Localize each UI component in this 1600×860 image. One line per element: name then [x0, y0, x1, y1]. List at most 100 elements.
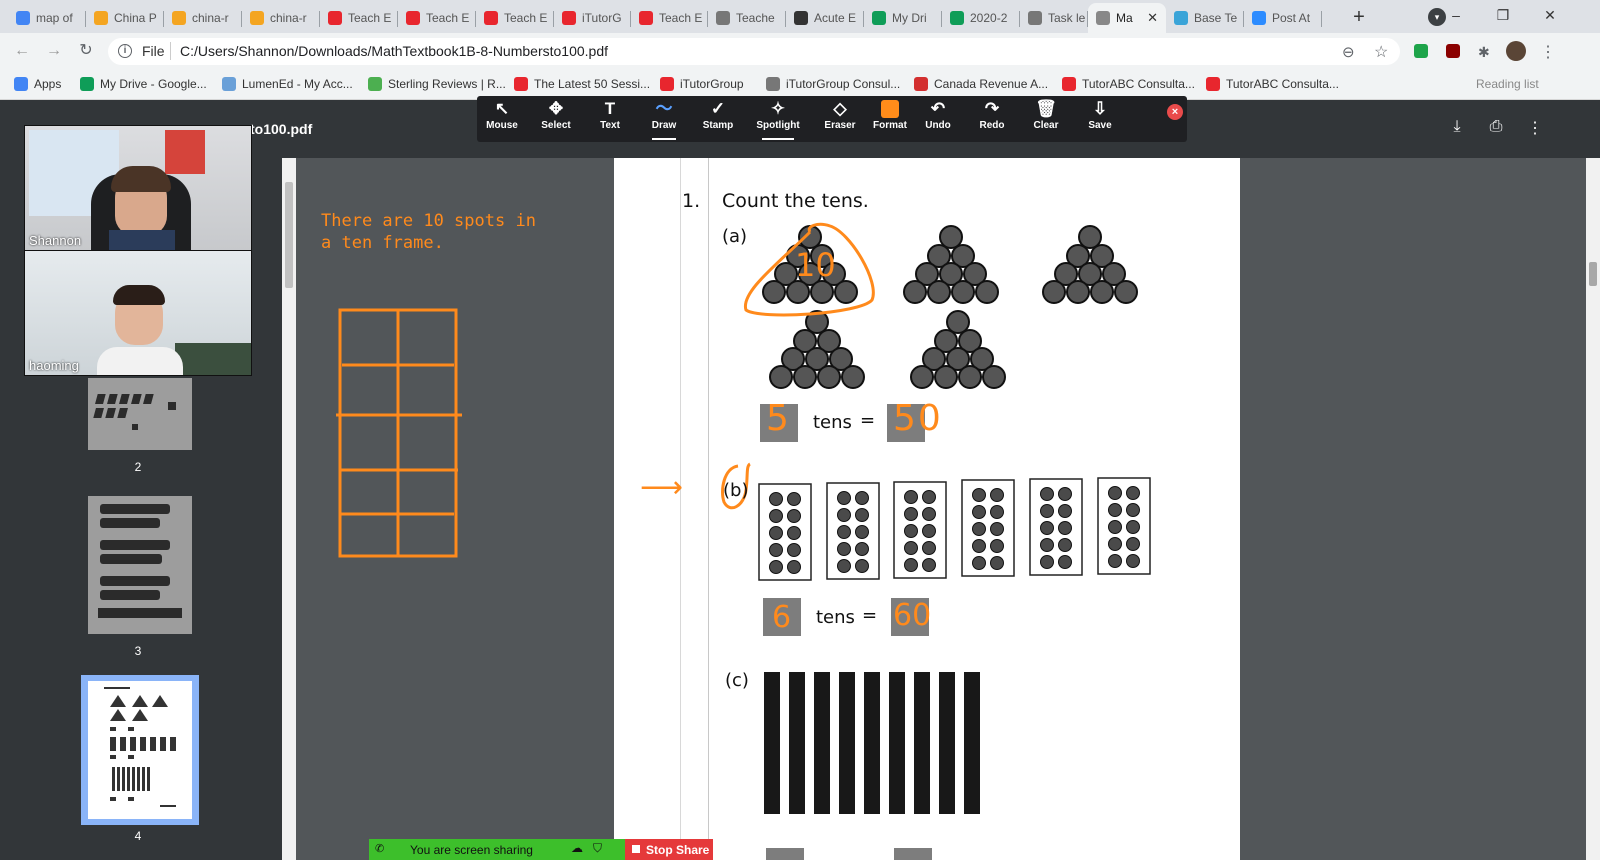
bookmark-item[interactable]: iTutorGroup Consul...	[766, 75, 900, 93]
tab-favicon-icon	[406, 11, 420, 25]
print-icon[interactable]: ⎙	[1486, 118, 1506, 138]
browser-tab[interactable]: My Dri	[864, 3, 942, 33]
new-tab-button[interactable]: +	[1346, 5, 1372, 29]
part-b-label: (b)	[723, 480, 749, 501]
more-actions-icon[interactable]: ⋮	[1525, 118, 1545, 138]
forward-arrow-icon[interactable]: →	[44, 41, 64, 61]
puzzle-icon[interactable]: ✱	[1478, 44, 1490, 61]
document-scrollbar[interactable]	[1586, 158, 1600, 860]
annotation-tool-eraser[interactable]: ◇ Eraser	[812, 98, 868, 138]
bookmark-item[interactable]: TutorABC Consulta...	[1206, 75, 1339, 93]
annotation-tool-mouse[interactable]: ↖ Mouse	[474, 98, 530, 138]
annotation-tool-label: Select	[541, 120, 571, 131]
browser-tab[interactable]: china-r	[242, 3, 320, 33]
browser-tab[interactable]: Ma ✕	[1088, 3, 1166, 33]
address-scheme: File	[142, 43, 165, 59]
zoom-icon[interactable]: ⊖	[1342, 43, 1355, 61]
browser-tab[interactable]: Teache	[708, 3, 786, 33]
whiteboard-text: There are 10 spots in a ten frame.	[321, 211, 536, 253]
annotation-tool-draw[interactable]: 〜 Draw	[636, 98, 692, 140]
scrollbar-thumb[interactable]	[285, 182, 293, 288]
profile-avatar[interactable]	[1506, 41, 1526, 61]
reload-icon[interactable]: ↻	[76, 41, 96, 61]
undo-icon: ↶	[930, 99, 946, 118]
video-panel-haoming[interactable]: haoming	[24, 250, 252, 376]
annotation-tool-clear[interactable]: 🗑 Clear	[1018, 98, 1074, 138]
browser-tab[interactable]: Base Te	[1166, 3, 1244, 33]
info-icon[interactable]: i	[118, 44, 132, 58]
browser-tab[interactable]: Acute E	[786, 3, 864, 33]
tab-label: china-r	[270, 11, 307, 25]
annotation-tool-stamp[interactable]: ✓ Stamp	[690, 98, 746, 138]
annotation-tool-label: Save	[1088, 120, 1112, 131]
annotation-tool-label: Spotlight	[756, 120, 800, 131]
close-tab-icon[interactable]: ✕	[1147, 10, 1158, 26]
annotation-tool-save[interactable]: ⇩ Save	[1072, 98, 1128, 138]
bookmark-item[interactable]: Apps	[14, 75, 61, 93]
browser-tab[interactable]: 2020-2	[942, 3, 1020, 33]
close-window-button[interactable]: ✕	[1527, 0, 1573, 33]
video-panel-shannon[interactable]: Shannon	[24, 125, 252, 251]
bookmark-item[interactable]: LumenEd - My Acc...	[222, 75, 353, 93]
browser-tab[interactable]: china-r	[164, 3, 242, 33]
sidebar-scrollbar[interactable]	[282, 158, 296, 860]
browser-tab[interactable]: Teach E	[476, 3, 554, 33]
browser-tab[interactable]: Teach E	[398, 3, 476, 33]
download-icon[interactable]: ⤓	[1447, 118, 1467, 138]
browser-tab[interactable]: Teach E	[320, 3, 398, 33]
stop-share-label: Stop Share	[646, 843, 710, 857]
chrome-menu-icon[interactable]: ⋮	[1540, 42, 1556, 62]
tab-favicon-icon	[16, 11, 30, 25]
tab-label: Post At	[1272, 11, 1311, 25]
tab-favicon-icon	[1252, 11, 1266, 25]
page-thumbnail-4[interactable]	[88, 681, 192, 819]
bookmark-favicon-icon	[14, 77, 28, 91]
address-url[interactable]: C:/Users/Shannon/Downloads/MathTextbook1…	[180, 43, 608, 59]
thumb-4-art	[104, 687, 176, 807]
bookmark-item[interactable]: TutorABC Consulta...	[1062, 75, 1195, 93]
minimize-button[interactable]: –	[1433, 0, 1479, 33]
browser-tab[interactable]: Task le	[1020, 3, 1088, 33]
annotation-tool-text[interactable]: T Text	[582, 98, 638, 138]
page-thumbnail-3[interactable]	[88, 496, 192, 634]
bookmark-item[interactable]: iTutorGroup	[660, 75, 744, 93]
tab-label: Acute E	[814, 11, 857, 25]
back-arrow-icon[interactable]: ←	[12, 41, 32, 61]
close-annotation-icon[interactable]: ×	[1167, 104, 1183, 120]
page-margin-line	[680, 158, 681, 860]
stop-icon	[632, 845, 640, 853]
browser-tab[interactable]: map of	[8, 3, 86, 33]
page-thumbnail-2[interactable]	[88, 378, 192, 450]
ublock-icon[interactable]	[1446, 44, 1460, 58]
browser-tab[interactable]: iTutorG	[554, 3, 631, 33]
question-text: Count the tens.	[722, 190, 869, 212]
browser-tab[interactable]: China P	[86, 3, 164, 33]
bookmark-label: TutorABC Consulta...	[1226, 77, 1339, 91]
active-tool-underline	[652, 138, 676, 140]
bookmark-item[interactable]: My Drive - Google...	[80, 75, 207, 93]
format-color-swatch	[881, 100, 899, 118]
bookmark-favicon-icon	[368, 77, 382, 91]
handwritten-answer: 50	[893, 398, 943, 439]
bookmark-item[interactable]: Sterling Reviews | R...	[368, 75, 506, 93]
extension-icon[interactable]	[1414, 44, 1428, 58]
browser-tab[interactable]: Teach E	[631, 3, 708, 33]
bookmark-favicon-icon	[914, 77, 928, 91]
annotation-tool-redo[interactable]: ↷ Redo	[964, 98, 1020, 138]
bookmark-label: Apps	[34, 77, 62, 91]
bookmark-item[interactable]: Canada Revenue A...	[914, 75, 1048, 93]
bookmark-item[interactable]: The Latest 50 Sessi...	[514, 75, 650, 93]
scrollbar-thumb[interactable]	[1589, 262, 1597, 286]
tab-favicon-icon	[94, 11, 108, 25]
restore-button[interactable]: ❐	[1480, 0, 1526, 33]
shirt	[97, 347, 183, 375]
stop-share-button[interactable]: Stop Share	[625, 839, 713, 860]
screen-sharing-bar[interactable]: ✆ You are screen sharing ☁ ⛉	[369, 839, 625, 860]
annotation-tool-select[interactable]: ✥ Select	[528, 98, 584, 138]
bookmark-star-icon[interactable]: ☆	[1374, 42, 1388, 62]
browser-tab[interactable]: Post At	[1244, 3, 1322, 33]
annotation-tool-undo[interactable]: ↶ Undo	[910, 98, 966, 138]
reading-list-button[interactable]: Reading list	[1476, 75, 1539, 93]
annotation-tool-spotlight[interactable]: ✧ Spotlight	[750, 98, 806, 140]
equals-sign: =	[862, 605, 878, 626]
